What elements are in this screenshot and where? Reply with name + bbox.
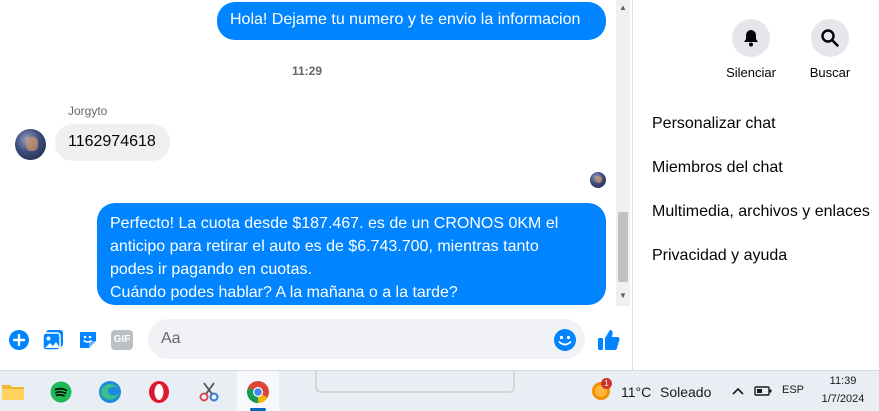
- message-line: anticipo para retirar el auto es de $6.7…: [110, 238, 539, 255]
- scroll-up-arrow-icon[interactable]: ▲: [616, 2, 630, 14]
- message-bubble-incoming[interactable]: 1162974618: [55, 124, 170, 161]
- message-timestamp: 11:29: [291, 64, 323, 78]
- scrollbar-thumb[interactable]: [618, 212, 628, 282]
- snipping-tool-icon[interactable]: [188, 371, 230, 411]
- add-icon[interactable]: [7, 328, 31, 352]
- message-bubble-outgoing[interactable]: Hola! Dejame tu numero y te envio la inf…: [217, 2, 606, 40]
- input-language[interactable]: ESP: [780, 384, 806, 396]
- file-explorer-icon[interactable]: [0, 371, 34, 411]
- battery-plug-icon[interactable]: [754, 384, 772, 403]
- edge-icon[interactable]: [89, 371, 131, 411]
- spotify-icon[interactable]: [40, 371, 82, 411]
- chat-details-panel: Silenciar Buscar Personalizar chat Miemb…: [633, 0, 879, 370]
- scroll-down-arrow-icon[interactable]: ▼: [616, 290, 630, 302]
- opera-icon[interactable]: [138, 371, 180, 411]
- menu-item-privacy-help[interactable]: Privacidad y ayuda: [652, 247, 787, 265]
- read-receipt-avatar: [590, 172, 606, 188]
- emoji-icon[interactable]: [553, 328, 577, 352]
- message-line: Perfecto! La cuota desde $187.467. es de…: [110, 215, 559, 232]
- message-text: Hola! Dejame tu numero y te envio la inf…: [230, 11, 581, 28]
- message-input[interactable]: [148, 319, 585, 359]
- search-icon: [821, 29, 839, 47]
- weather-widget[interactable]: 1 11°C Soleado: [590, 378, 715, 406]
- menu-item-chat-members[interactable]: Miembros del chat: [652, 159, 783, 177]
- bell-icon: [744, 30, 758, 47]
- sticker-icon[interactable]: [76, 328, 100, 352]
- gif-label: GIF: [111, 330, 133, 350]
- menu-item-media-files-links[interactable]: Multimedia, archivos y enlaces: [652, 203, 870, 221]
- chat-pane: Hola! Dejame tu numero y te envio la inf…: [0, 0, 633, 370]
- search-label: Buscar: [809, 65, 851, 80]
- gif-icon[interactable]: GIF: [110, 328, 134, 352]
- chat-scrollbar[interactable]: ▲ ▼: [616, 0, 630, 306]
- weather-condition: Soleado: [660, 384, 712, 400]
- message-line: podes ir pagando en cuotas.: [110, 261, 312, 278]
- message-bubble-outgoing-long[interactable]: Perfecto! La cuota desde $187.467. es de…: [97, 203, 606, 305]
- message-line: Cuándo podes hablar? A la mañana o a la …: [110, 284, 458, 301]
- clock-time[interactable]: 11:39: [816, 375, 870, 387]
- weather-badge: 1: [601, 378, 612, 389]
- search-button[interactable]: Buscar: [790, 19, 870, 80]
- show-hidden-icons-chevron-icon[interactable]: [731, 381, 747, 401]
- image-icon[interactable]: [41, 328, 65, 352]
- sender-name: Jorgyto: [68, 104, 108, 118]
- window-preview-outline: [315, 371, 515, 393]
- mute-button[interactable]: Silenciar: [711, 19, 791, 80]
- like-icon[interactable]: [597, 328, 621, 352]
- mute-label: Silenciar: [726, 65, 776, 80]
- message-composer: GIF: [0, 310, 633, 370]
- menu-item-customize-chat[interactable]: Personalizar chat: [652, 115, 776, 133]
- weather-temperature: 11°C: [621, 384, 652, 400]
- chrome-icon[interactable]: [237, 371, 279, 411]
- clock-date[interactable]: 1/7/2024: [816, 393, 870, 405]
- sender-avatar[interactable]: [15, 129, 46, 160]
- windows-taskbar: 1 11°C Soleado ESP 11:39 1/7/2024: [0, 370, 879, 411]
- message-text: 1162974618: [68, 133, 156, 150]
